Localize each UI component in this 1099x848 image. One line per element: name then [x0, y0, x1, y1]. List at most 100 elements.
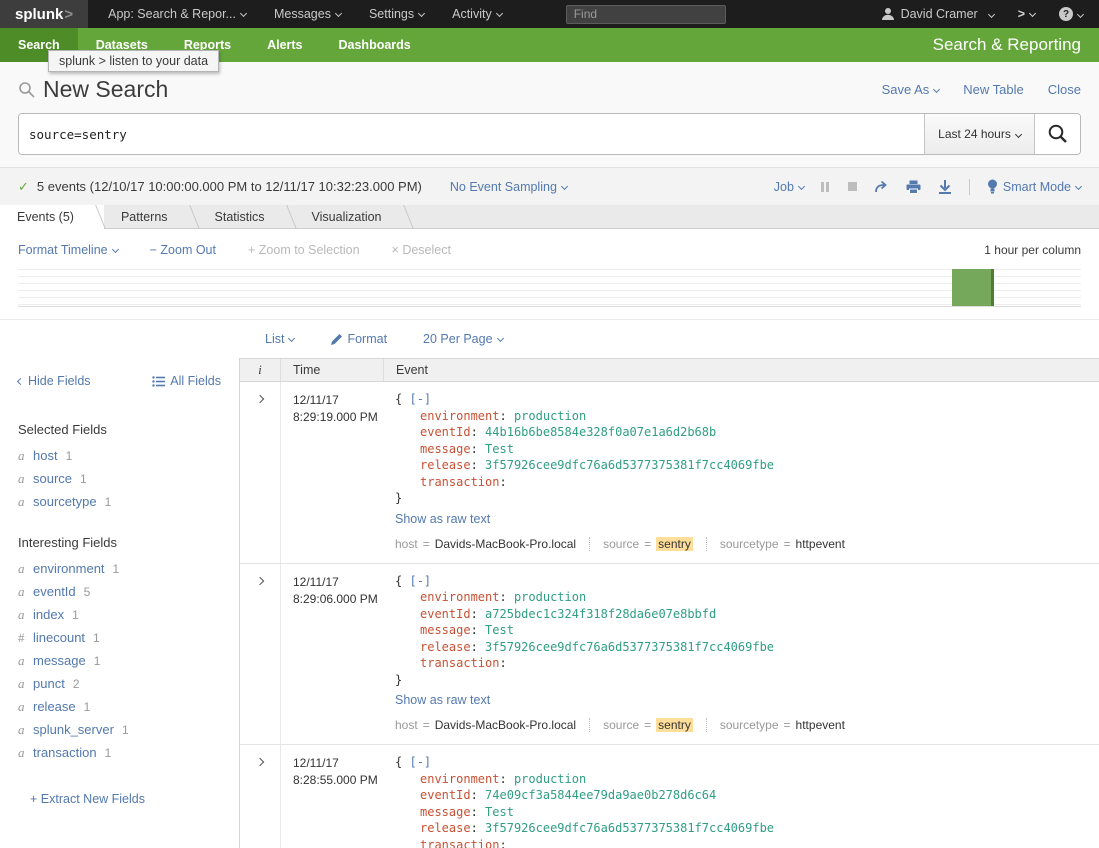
menu-messages[interactable]: Messages [274, 7, 341, 21]
top-right-cluster: David Cramer > ? [881, 7, 1099, 21]
shortcuts-menu[interactable]: > [1018, 7, 1035, 21]
expand-event-icon[interactable] [256, 576, 264, 584]
event-row: 12/11/17 8:29:06.000 PM { [-] environmen… [240, 564, 1099, 746]
plus-icon: + [248, 243, 255, 257]
extract-new-fields-link[interactable]: + Extract New Fields [30, 792, 145, 806]
splunk-logo-caret: > [64, 6, 73, 23]
field-type-icon: a [18, 584, 33, 600]
event-time: 12/11/17 8:29:19.000 PM [280, 382, 383, 563]
menu-activity[interactable]: Activity [452, 7, 502, 21]
x-icon: × [392, 243, 399, 257]
event-json: { [-] environment: production eventId: 4… [395, 391, 1087, 507]
zoom-out-button[interactable]: − Zoom Out [150, 243, 216, 257]
caret-down-icon [798, 182, 805, 189]
bulb-icon [987, 179, 998, 194]
pause-button[interactable] [821, 182, 831, 192]
field-type-icon: a [18, 676, 33, 692]
collapse-json-link[interactable]: [-] [409, 392, 431, 406]
caret-down-icon [561, 182, 568, 189]
search-mode-menu[interactable]: Smart Mode [987, 179, 1081, 194]
sidebar-field-source[interactable]: asource1 [18, 467, 221, 490]
sidebar-field-transaction[interactable]: atransaction1 [18, 741, 221, 764]
meta-host[interactable]: host=Davids-MacBook-Pro.local [395, 718, 576, 732]
time-range-picker[interactable]: Last 24 hours [924, 114, 1034, 154]
collapse-json-link[interactable]: [-] [409, 574, 431, 588]
sidebar-field-splunk-server[interactable]: asplunk_server1 [18, 718, 221, 741]
chevron-right-icon: > [1018, 7, 1025, 21]
sidebar-field-eventid[interactable]: aeventId5 [18, 580, 221, 603]
job-status-row: ✓ 5 events (12/10/17 10:00:00.000 PM to … [0, 167, 1099, 205]
caret-down-icon [497, 335, 504, 342]
zoom-to-selection-button[interactable]: + Zoom to Selection [248, 243, 360, 257]
column-header-event: Event [383, 359, 1099, 381]
caret-down-icon [418, 10, 425, 17]
job-menu[interactable]: Job [774, 180, 804, 194]
event-count-summary: 5 events (12/10/17 10:00:00.000 PM to 12… [37, 179, 422, 194]
caret-down-icon [1015, 130, 1022, 137]
tab-events[interactable]: Events (5) [0, 205, 104, 229]
splunk-logo[interactable]: splunk> [0, 0, 88, 28]
sidebar-field-linecount[interactable]: #linecount1 [18, 626, 221, 649]
user-name: David Cramer [901, 7, 978, 21]
show-raw-text-link[interactable]: Show as raw text [395, 512, 490, 526]
expand-event-icon[interactable] [256, 395, 264, 403]
tab-statistics[interactable]: Statistics [198, 205, 295, 229]
meta-sourcetype[interactable]: sourcetype=httpevent [706, 718, 845, 732]
per-page-menu[interactable]: 20 Per Page [423, 332, 503, 346]
format-timeline-menu[interactable]: Format Timeline [18, 243, 118, 257]
close-button[interactable]: Close [1048, 82, 1081, 97]
field-type-icon: a [18, 448, 33, 464]
expand-event-icon[interactable] [256, 758, 264, 766]
sidebar-field-sourcetype[interactable]: asourcetype1 [18, 490, 221, 513]
meta-source[interactable]: source=sentry [589, 537, 693, 551]
caret-down-icon [335, 10, 342, 17]
tab-patterns[interactable]: Patterns [104, 205, 198, 229]
sidebar-field-punct[interactable]: apunct2 [18, 672, 221, 695]
menu-settings[interactable]: Settings [369, 7, 424, 21]
sidebar-field-release[interactable]: arelease1 [18, 695, 221, 718]
find-input[interactable] [566, 5, 726, 24]
show-raw-text-link[interactable]: Show as raw text [395, 693, 490, 707]
timeline-bar[interactable] [952, 269, 994, 306]
results-controls: List Format 20 Per Page [0, 320, 1099, 358]
export-button[interactable] [938, 180, 952, 194]
sidebar-field-host[interactable]: ahost1 [18, 444, 221, 467]
event-sampling-menu[interactable]: No Event Sampling [450, 180, 567, 194]
tab-visualization[interactable]: Visualization [295, 205, 412, 229]
list-view-menu[interactable]: List [265, 332, 294, 346]
chevron-left-icon [17, 378, 24, 385]
field-type-icon: # [18, 630, 33, 646]
list-lines-icon [152, 376, 165, 387]
deselect-button[interactable]: × Deselect [392, 243, 451, 257]
sidebar-field-index[interactable]: aindex1 [18, 603, 221, 626]
caret-down-icon [1029, 10, 1036, 17]
stop-button[interactable] [848, 182, 857, 191]
help-menu[interactable]: ? [1059, 7, 1083, 21]
user-menu[interactable]: David Cramer [881, 7, 994, 21]
meta-source[interactable]: source=sentry [589, 718, 693, 732]
all-fields-button[interactable]: All Fields [152, 374, 221, 388]
sidebar-field-environment[interactable]: aenvironment1 [18, 557, 221, 580]
run-search-button[interactable] [1034, 114, 1080, 154]
selected-fields-title: Selected Fields [18, 422, 221, 437]
new-table-button[interactable]: New Table [963, 82, 1023, 97]
page-actions: Save As New Table Close [882, 82, 1081, 97]
caret-down-icon [1077, 10, 1084, 17]
field-type-icon: a [18, 745, 33, 761]
job-controls: Job Smart Mode [774, 179, 1081, 195]
format-menu[interactable]: Format [330, 332, 387, 346]
collapse-json-link[interactable]: [-] [409, 755, 431, 769]
meta-host[interactable]: host=Davids-MacBook-Pro.local [395, 537, 576, 551]
nav-alerts[interactable]: Alerts [249, 28, 320, 62]
help-icon: ? [1059, 7, 1073, 21]
print-button[interactable] [906, 180, 921, 194]
save-as-button[interactable]: Save As [882, 82, 940, 97]
event-json: { [-] environment: production eventId: 7… [395, 754, 1087, 848]
share-button[interactable] [874, 180, 889, 193]
sidebar-field-message[interactable]: amessage1 [18, 649, 221, 672]
nav-dashboards[interactable]: Dashboards [321, 28, 429, 62]
meta-sourcetype[interactable]: sourcetype=httpevent [706, 537, 845, 551]
hide-fields-button[interactable]: Hide Fields [18, 374, 91, 388]
menu-app[interactable]: App: Search & Repor... [108, 7, 246, 21]
search-query-input[interactable] [19, 114, 924, 154]
